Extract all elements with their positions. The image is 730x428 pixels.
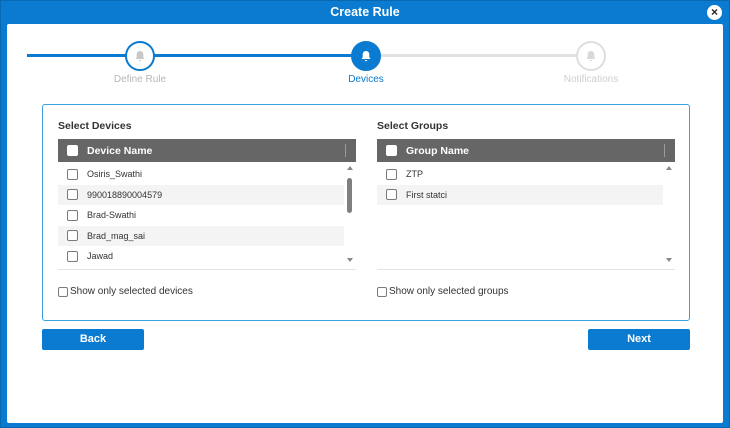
- back-button[interactable]: Back: [42, 329, 144, 350]
- groups-grid-header: Group Name: [377, 139, 675, 162]
- row-checkbox[interactable]: [67, 168, 78, 180]
- group-row[interactable]: ZTP: [377, 164, 663, 185]
- dialog-title: Create Rule: [330, 5, 400, 19]
- bell-icon: [125, 41, 155, 71]
- show-selected-groups-checkbox[interactable]: [377, 286, 387, 297]
- row-checkbox[interactable]: [386, 168, 397, 180]
- group-row[interactable]: First statci: [377, 184, 663, 205]
- device-row[interactable]: Brad_mag_sai: [58, 225, 344, 246]
- step-label: Devices: [348, 74, 384, 85]
- device-name: Jawad: [87, 251, 114, 262]
- select-all-devices-checkbox[interactable]: [67, 145, 78, 156]
- step-define-rule[interactable]: Define Rule: [80, 41, 200, 85]
- show-selected-groups-toggle[interactable]: Show only selected groups: [377, 286, 675, 297]
- groups-section: Select Groups Group Name ZTP First statc…: [377, 119, 675, 297]
- row-checkbox[interactable]: [67, 209, 78, 221]
- step-notifications[interactable]: Notifications: [531, 41, 651, 85]
- group-name: ZTP: [406, 169, 423, 180]
- scroll-down-arrow-icon[interactable]: [347, 258, 353, 262]
- device-row[interactable]: Brad-Swathi: [58, 205, 344, 226]
- device-name: Brad-Swathi: [87, 210, 137, 221]
- dialog-body: Define Rule Devices Notifications Select…: [7, 24, 723, 423]
- scroll-down-arrow-icon[interactable]: [666, 258, 672, 262]
- next-button[interactable]: Next: [588, 329, 690, 350]
- devices-grid: Device Name Osiris_Swathi 99001889000457…: [58, 139, 356, 270]
- groups-title: Select Groups: [377, 120, 449, 132]
- scroll-thumb[interactable]: [347, 178, 352, 213]
- device-name-column-header[interactable]: Device Name: [87, 145, 152, 157]
- column-divider: [664, 144, 665, 157]
- show-selected-devices-checkbox[interactable]: [58, 286, 68, 297]
- show-selected-groups-label: Show only selected groups: [389, 286, 509, 297]
- step-label: Notifications: [563, 74, 619, 85]
- close-icon[interactable]: ×: [707, 5, 722, 20]
- step-label: Define Rule: [113, 74, 167, 85]
- row-checkbox[interactable]: [386, 189, 397, 201]
- groups-list: ZTP First statci: [377, 164, 663, 205]
- device-name: Brad_mag_sai: [87, 230, 146, 241]
- bell-icon: [576, 41, 606, 71]
- device-row[interactable]: Osiris_Swathi: [58, 164, 344, 185]
- group-name-column-header[interactable]: Group Name: [406, 145, 469, 157]
- show-selected-devices-toggle[interactable]: Show only selected devices: [58, 286, 356, 297]
- bell-icon: [351, 41, 381, 71]
- groups-scrollbar[interactable]: [663, 163, 675, 269]
- devices-scrollbar[interactable]: [344, 163, 356, 269]
- groups-grid: Group Name ZTP First statci: [377, 139, 675, 270]
- devices-grid-header: Device Name: [58, 139, 356, 162]
- row-checkbox[interactable]: [67, 250, 78, 262]
- selection-panel: Select Devices Device Name Osiris_Swathi…: [42, 104, 690, 321]
- column-divider: [345, 144, 346, 157]
- show-selected-devices-label: Show only selected devices: [70, 286, 193, 297]
- scroll-up-arrow-icon[interactable]: [347, 166, 353, 170]
- create-rule-dialog: Create Rule × Define Rule Devices Notifi…: [0, 0, 730, 428]
- devices-title: Select Devices: [58, 120, 132, 132]
- device-row[interactable]: Jawad: [58, 246, 344, 267]
- step-devices[interactable]: Devices: [306, 41, 426, 85]
- group-name: First statci: [406, 189, 448, 200]
- scroll-up-arrow-icon[interactable]: [666, 166, 672, 170]
- select-all-groups-checkbox[interactable]: [386, 145, 397, 156]
- row-checkbox[interactable]: [67, 230, 78, 242]
- devices-list: Osiris_Swathi 990018890004579 Brad-Swath…: [58, 164, 344, 267]
- devices-section: Select Devices Device Name Osiris_Swathi…: [58, 119, 356, 297]
- device-row[interactable]: 990018890004579: [58, 184, 344, 205]
- device-name: 990018890004579: [87, 189, 163, 200]
- device-name: Osiris_Swathi: [87, 169, 143, 180]
- wizard-stepper: Define Rule Devices Notifications: [7, 24, 723, 94]
- row-checkbox[interactable]: [67, 189, 78, 201]
